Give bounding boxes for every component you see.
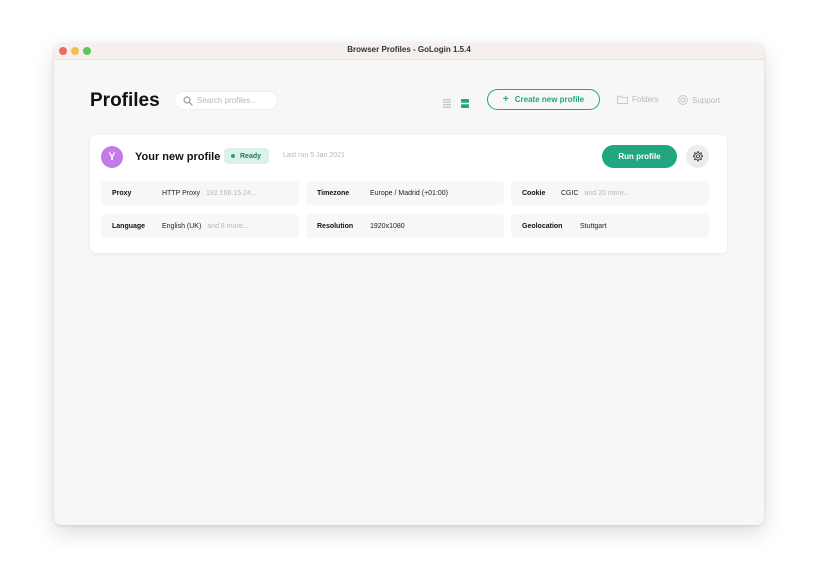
search-input[interactable] [197, 94, 273, 107]
param-value: 1920x1080 [370, 222, 405, 230]
param-proxy: Proxy HTTP Proxy 192.168.15.24... [101, 181, 299, 205]
grid-view-icon [461, 99, 469, 108]
profile-name[interactable]: Your new profile [135, 151, 220, 163]
param-label: Resolution [317, 222, 354, 230]
param-label: Proxy [112, 189, 132, 197]
app-window: Browser Profiles - GoLogin 1.5.4 Profile… [54, 43, 764, 525]
param-label: Language [112, 222, 146, 230]
param-extra: 192.168.15.24... [206, 189, 257, 197]
support-link[interactable]: Support [678, 95, 720, 105]
plus-icon: + [502, 94, 509, 105]
param-label: Timezone [317, 189, 350, 197]
status-label: Ready [240, 152, 262, 160]
status-badge: Ready [224, 148, 269, 164]
profile-card[interactable]: Y Your new profile Ready Last run 5 Jan … [90, 135, 727, 253]
param-label: Cookie [522, 189, 546, 197]
window-title: Browser Profiles - GoLogin 1.5.4 [347, 45, 471, 54]
support-icon [678, 95, 688, 105]
profile-settings-button[interactable] [686, 145, 709, 168]
param-value: HTTP Proxy [162, 189, 200, 197]
last-run-text: Last run 5 Jan 2021 [283, 152, 345, 159]
list-view-toggle[interactable] [443, 95, 451, 113]
param-value: English (UK) [162, 222, 202, 230]
param-label: Geolocation [522, 222, 563, 230]
page-title: Profiles [90, 90, 160, 111]
support-label: Support [692, 95, 721, 105]
search-box[interactable] [174, 91, 278, 110]
title-bar: Browser Profiles - GoLogin 1.5.4 [54, 43, 764, 60]
param-language: Language English (UK) and 8 more... [101, 214, 299, 238]
param-value: Europe / Madrid (+01:00) [370, 189, 449, 197]
param-value: CGIC [561, 189, 579, 197]
list-view-icon [443, 99, 451, 108]
param-resolution: Resolution 1920x1080 [306, 214, 504, 238]
param-cookie: Cookie CGIC and 20 more... [511, 181, 709, 205]
avatar: Y [101, 146, 123, 168]
param-geolocation: Geolocation Stuttgart [511, 214, 709, 238]
param-value: Stuttgart [580, 222, 607, 230]
folder-icon [617, 95, 628, 104]
status-dot-icon [231, 154, 235, 158]
run-profile-button[interactable]: Run profile [602, 145, 677, 168]
folders-label: Folders [632, 95, 659, 104]
grid-view-toggle[interactable] [461, 95, 469, 113]
create-profile-button[interactable]: + Create new profile [487, 89, 600, 110]
param-timezone: Timezone Europe / Madrid (+01:00) [306, 181, 504, 205]
param-extra: and 20 more... [584, 189, 630, 197]
param-extra: and 8 more... [207, 222, 249, 230]
create-profile-label: Create new profile [514, 95, 585, 104]
folders-link[interactable]: Folders [617, 95, 659, 104]
search-icon [183, 96, 193, 106]
gear-icon [692, 151, 703, 162]
